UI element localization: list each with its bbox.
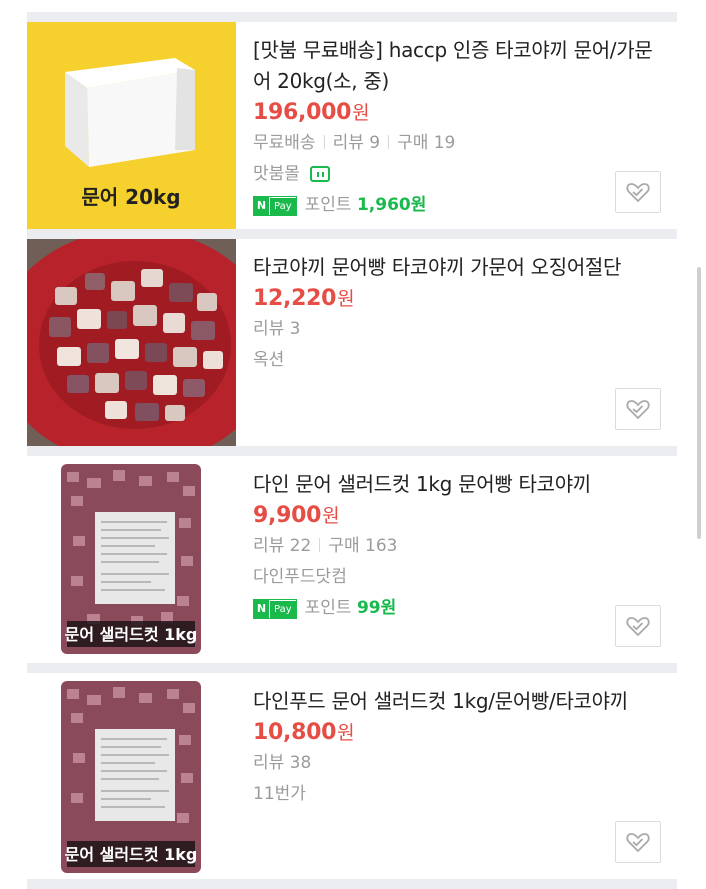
- point-label: 포인트: [304, 195, 352, 215]
- meta-divider: [323, 135, 325, 149]
- product-title[interactable]: 다인푸드 문어 샐러드컷 1kg/문어빵/타코야끼: [253, 686, 667, 717]
- mall-row: 옥션: [253, 345, 667, 376]
- meta-shipping: 무료배송: [253, 133, 316, 153]
- product-item[interactable]: 문어 샐러드컷 1kg 다인 문어 샐러드컷 1kg 문어빵 타코야끼 9,90…: [27, 456, 677, 663]
- separator: [27, 663, 677, 673]
- product-price: 10,800원: [253, 718, 667, 748]
- product-meta: 리뷰 3: [253, 314, 667, 345]
- product-title[interactable]: 타코야끼 문어빵 타코야끼 가문어 오징어절단: [253, 252, 667, 283]
- heart-check-icon: [626, 400, 650, 420]
- thumbnail-caption: 문어 샐러드컷 1kg: [65, 845, 198, 864]
- product-thumbnail[interactable]: 문어 샐러드컷 1kg: [27, 673, 236, 879]
- npay-row: N Pay 포인트 1,960원: [253, 190, 667, 221]
- separator: [27, 879, 677, 889]
- meta-purchases: 구매 163: [328, 536, 398, 556]
- zzim-button[interactable]: [615, 605, 661, 647]
- product-price: 12,220원: [253, 284, 667, 314]
- product-thumbnail[interactable]: [27, 239, 236, 446]
- talk-chat-icon[interactable]: [309, 166, 330, 182]
- product-item[interactable]: 문어 20kg [맛붐 무료배송] haccp 인증 타코야끼 문어/가문어 2…: [27, 22, 677, 229]
- product-meta: 무료배송 리뷰 9 구매 19: [253, 128, 667, 159]
- npay-row: N Pay 포인트 99원: [253, 593, 667, 624]
- meta-reviews[interactable]: 리뷰 9: [333, 133, 381, 153]
- mall-name[interactable]: 다인푸드닷컴: [253, 567, 347, 587]
- thumbnail-caption: 문어 20kg: [81, 185, 180, 209]
- price-value: 12,220: [253, 286, 337, 311]
- price-unit: 원: [337, 288, 355, 310]
- zzim-button[interactable]: [615, 821, 661, 863]
- price-value: 196,000: [253, 100, 352, 125]
- product-thumbnail[interactable]: 문어 샐러드컷 1kg: [27, 456, 236, 663]
- product-meta: 리뷰 22 구매 163: [253, 531, 667, 562]
- product-item[interactable]: 문어 샐러드컷 1kg 다인푸드 문어 샐러드컷 1kg/문어빵/타코야끼 10…: [27, 673, 677, 879]
- meta-reviews[interactable]: 리뷰 38: [253, 753, 311, 773]
- meta-reviews[interactable]: 리뷰 3: [253, 319, 301, 339]
- mall-row: 맛붐몰: [253, 159, 667, 190]
- zzim-button[interactable]: [615, 388, 661, 430]
- mall-name[interactable]: 맛붐몰: [253, 164, 300, 184]
- product-price: 196,000원: [253, 98, 667, 128]
- heart-check-icon: [626, 183, 650, 203]
- zzim-button[interactable]: [615, 171, 661, 213]
- product-info: [맛붐 무료배송] haccp 인증 타코야끼 문어/가문어 20kg(소, 중…: [253, 35, 667, 221]
- separator: [27, 12, 677, 22]
- product-item[interactable]: 타코야끼 문어빵 타코야끼 가문어 오징어절단 12,220원 리뷰 3 옥션: [27, 239, 677, 446]
- point-value: 99원: [356, 598, 397, 618]
- meta-reviews[interactable]: 리뷰 22: [253, 536, 311, 556]
- product-thumbnail[interactable]: 문어 20kg: [27, 22, 236, 229]
- mall-row: 다인푸드닷컴: [253, 562, 667, 593]
- product-title[interactable]: [맛붐 무료배송] haccp 인증 타코야끼 문어/가문어 20kg(소, 중…: [253, 35, 667, 97]
- naver-pay-badge: N Pay: [253, 196, 297, 216]
- heart-check-icon: [626, 833, 650, 853]
- price-unit: 원: [337, 722, 355, 744]
- price-value: 9,900: [253, 503, 322, 528]
- heart-check-icon: [626, 617, 650, 637]
- meta-divider: [388, 135, 390, 149]
- product-info: 타코야끼 문어빵 타코야끼 가문어 오징어절단 12,220원 리뷰 3 옥션: [253, 252, 667, 376]
- point-value: 1,960원: [356, 195, 427, 215]
- mall-row: 11번가: [253, 779, 667, 810]
- naver-pay-badge: N Pay: [253, 599, 297, 619]
- meta-divider: [319, 538, 321, 552]
- price-unit: 원: [322, 505, 340, 527]
- product-list: 문어 20kg [맛붐 무료배송] haccp 인증 타코야끼 문어/가문어 2…: [27, 12, 677, 889]
- point-label: 포인트: [304, 598, 352, 618]
- separator: [27, 229, 677, 239]
- product-title[interactable]: 다인 문어 샐러드컷 1kg 문어빵 타코야끼: [253, 469, 667, 500]
- product-info: 다인 문어 샐러드컷 1kg 문어빵 타코야끼 9,900원 리뷰 22 구매 1…: [253, 469, 667, 624]
- mall-name[interactable]: 11번가: [253, 784, 306, 804]
- product-info: 다인푸드 문어 샐러드컷 1kg/문어빵/타코야끼 10,800원 리뷰 38 …: [253, 686, 667, 810]
- price-value: 10,800: [253, 720, 337, 745]
- separator: [27, 446, 677, 456]
- scrollbar[interactable]: [697, 267, 701, 539]
- product-price: 9,900원: [253, 501, 667, 531]
- mall-name[interactable]: 옥션: [253, 350, 284, 370]
- price-unit: 원: [352, 102, 370, 124]
- thumbnail-caption: 문어 샐러드컷 1kg: [65, 625, 198, 644]
- product-meta: 리뷰 38: [253, 748, 667, 779]
- meta-purchases: 구매 19: [397, 133, 456, 153]
